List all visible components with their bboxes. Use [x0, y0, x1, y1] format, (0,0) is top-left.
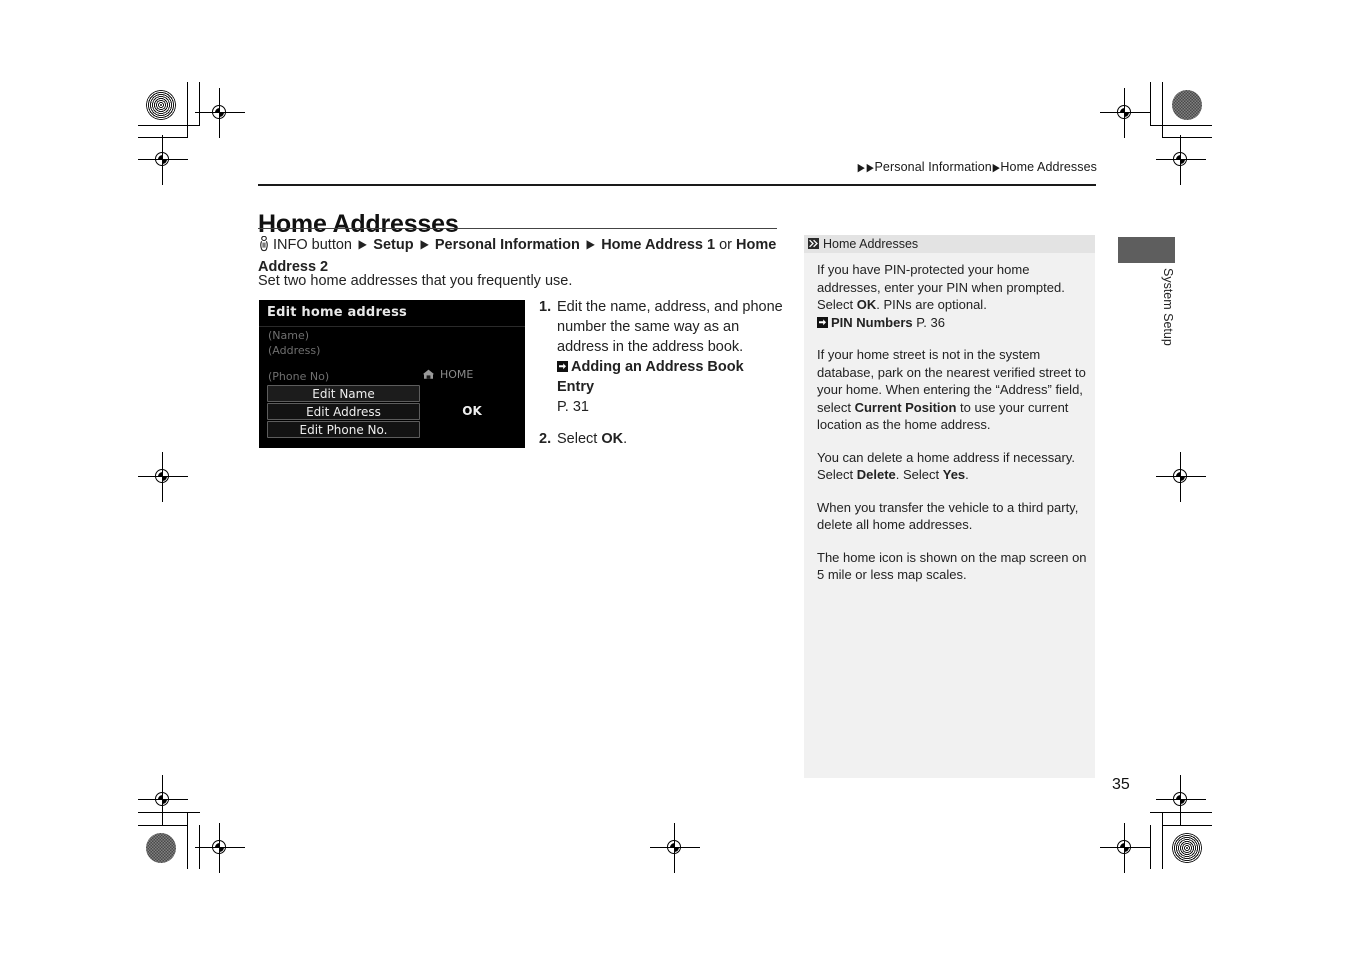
side-note-panel: Home Addresses If you have PIN-protected… [804, 235, 1095, 778]
nav-screen-home-label: HOME [440, 368, 474, 381]
nav-screen-title: Edit home address [267, 305, 407, 320]
nav-screen-field-phone: (Phone No) [268, 370, 330, 383]
side-note-paragraph-map-icon: The home icon is shown on the map screen… [817, 549, 1087, 583]
step-1: 1. Edit the name, address, and phone num… [539, 297, 784, 417]
breadcrumb-topic: Home Addresses [1000, 160, 1097, 174]
section-tab-block [1118, 237, 1175, 263]
nav-screen-screenshot: Edit home address (Name) (Address) (Phon… [259, 300, 525, 448]
nav-screen-button-edit-phone[interactable]: Edit Phone No. [267, 421, 420, 438]
step-2-text-post: . [623, 431, 628, 447]
double-chevron-icon [808, 236, 819, 249]
side-note-delete-bold-yes: Yes [942, 467, 966, 482]
breadcrumb-section: Personal Information [874, 160, 992, 174]
nav-screen-title-divider [259, 326, 525, 327]
breadcrumb-arrow-2: ▶ [866, 162, 874, 174]
step-1-text: Edit the name, address, and phone number… [557, 299, 783, 355]
page-number: 35 [1112, 776, 1130, 793]
side-note-paragraph-pin: If you have PIN-protected your home addr… [817, 261, 1087, 331]
side-note-pin-mid: . PINs are optional. [876, 297, 987, 312]
side-note-delete-tail: . [965, 467, 969, 482]
title-underline-rule [258, 228, 777, 229]
breadcrumb-arrow-1: ▶ [858, 162, 866, 174]
navpath-arrow-1: ▶ [358, 237, 367, 251]
step-2-text-pre: Select [557, 431, 602, 447]
breadcrumb-arrow-3: ▶ [992, 162, 1000, 174]
side-note-pin-crossref-page: P. 36 [916, 314, 945, 330]
jump-arrow-icon [557, 358, 568, 372]
navpath-conjunction: or [719, 237, 733, 253]
side-note-delete-mid: . Select [895, 467, 943, 482]
hand-press-icon [258, 235, 270, 252]
step-1-crossref-page: P. 31 [557, 399, 589, 415]
navpath-item-personal-information: Personal Information [434, 237, 580, 253]
side-note-street-bold-current-position: Current Position [854, 399, 957, 415]
section-tab-label: System Setup [1161, 268, 1175, 346]
side-note-body: If you have PIN-protected your home addr… [817, 261, 1087, 599]
side-note-heading: Home Addresses [804, 235, 1095, 253]
page-intro-text: Set two home addresses that you frequent… [258, 273, 573, 289]
side-note-heading-label: Home Addresses [823, 237, 919, 251]
house-icon [422, 369, 435, 380]
step-2: 2. Select OK. [539, 429, 784, 449]
navigation-path: INFO button ▶ Setup ▶ Personal Informati… [258, 233, 778, 278]
step-1-number: 1. [539, 299, 552, 315]
navpath-button-label: INFO button [273, 237, 352, 253]
instruction-steps: 1. Edit the name, address, and phone num… [539, 297, 784, 461]
nav-screen-button-edit-name[interactable]: Edit Name [267, 385, 420, 402]
side-note-paragraph-delete: You can delete a home address if necessa… [817, 449, 1087, 484]
side-note-pin-bold-ok: OK [856, 297, 877, 312]
header-rule [258, 184, 1096, 186]
breadcrumb: ▶▶Personal Information▶Home Addresses [857, 160, 1097, 174]
nav-screen-home-badge: HOME [422, 368, 473, 381]
nav-screen-field-name: (Name) [268, 329, 310, 342]
step-2-number: 2. [539, 431, 552, 447]
navpath-arrow-2: ▶ [420, 237, 429, 251]
nav-screen-button-edit-address[interactable]: Edit Address [267, 403, 420, 420]
manual-page: ▶▶Personal Information▶Home Addresses Ho… [0, 0, 1350, 954]
jump-arrow-icon [817, 315, 828, 328]
side-note-paragraph-street: If your home street is not in the system… [817, 346, 1087, 434]
navpath-item-home-address-1: Home Address 1 [601, 237, 716, 253]
navpath-arrow-3: ▶ [586, 237, 595, 251]
nav-screen-field-address: (Address) [268, 344, 321, 357]
nav-screen-button-ok[interactable]: OK [426, 403, 518, 420]
step-1-crossref[interactable]: Adding an Address Book Entry P. 31 [557, 357, 784, 417]
side-note-delete-bold-delete: Delete [856, 467, 896, 482]
side-note-pin-crossref-label[interactable]: PIN Numbers [831, 315, 913, 330]
step-2-text-bold: OK [601, 431, 624, 447]
step-1-crossref-label: Adding an Address Book Entry [557, 359, 744, 395]
side-note-paragraph-transfer: When you transfer the vehicle to a third… [817, 499, 1079, 533]
navpath-item-setup: Setup [373, 237, 414, 253]
